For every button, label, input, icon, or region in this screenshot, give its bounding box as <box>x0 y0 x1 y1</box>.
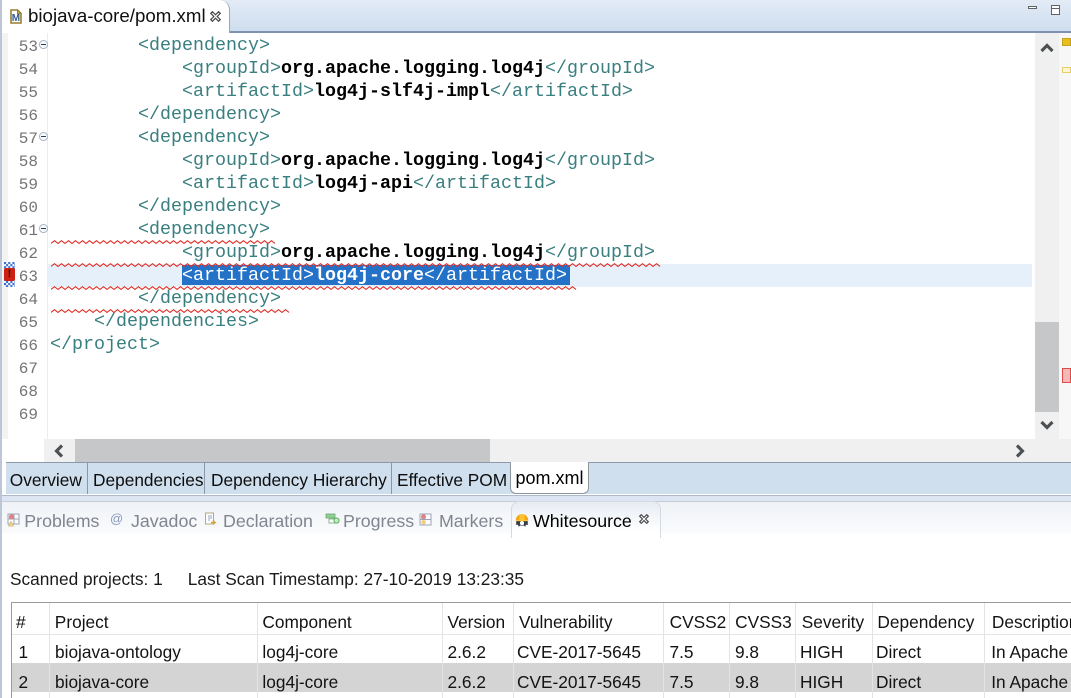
svg-text:@: @ <box>110 512 123 525</box>
svg-text:M: M <box>12 13 20 24</box>
